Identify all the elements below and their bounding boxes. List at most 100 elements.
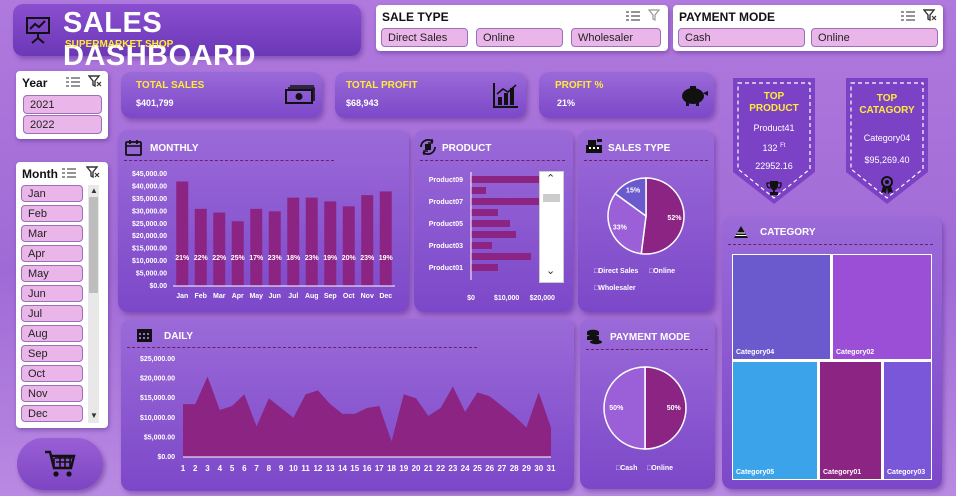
bar (471, 264, 498, 271)
category-card: CATEGORY Category04 Category02 Category0… (722, 217, 942, 489)
month-option[interactable]: Sep (21, 345, 83, 362)
product-scrollbar[interactable]: ⌃ ⌄ (539, 171, 564, 283)
bar (287, 197, 300, 286)
treemap: Category04 Category02 Category05 Categor… (732, 254, 932, 480)
sale-type-option-wholesaler[interactable]: Wholesaler (571, 28, 661, 47)
month-option[interactable]: Mar (21, 225, 83, 242)
data-label: 19% (323, 255, 338, 262)
pyramid-icon (734, 226, 748, 238)
bar (471, 176, 543, 183)
payment-mode-option-online[interactable]: Online (811, 28, 938, 47)
clear-filter-icon[interactable] (648, 9, 662, 21)
bar (324, 201, 337, 286)
treemap-label: Category01 (823, 469, 862, 476)
data-label: 23% (305, 255, 320, 262)
x-tick-label: May (249, 293, 263, 300)
month-option[interactable]: Feb (21, 205, 83, 222)
x-tick-label: Dec (379, 293, 392, 300)
multi-select-icon[interactable] (66, 77, 80, 87)
scroll-down-arrow[interactable]: ⌄ (546, 264, 555, 277)
x-tick-label: 31 (547, 464, 556, 473)
x-tick-label: 20 (412, 464, 421, 473)
bar (471, 220, 510, 227)
data-label: 21% (175, 255, 190, 262)
kpi-value: $68,943 (346, 98, 379, 108)
y-tick-label: $40,000.00 (132, 183, 167, 190)
payment-mode-option-cash[interactable]: Cash (678, 28, 805, 47)
month-option[interactable]: May (21, 265, 83, 282)
top-product-title-2: PRODUCT (749, 103, 799, 114)
data-label: 25% (231, 255, 246, 262)
header-banner: SALES DASHBOARD SUPERMARKET SHOP (13, 4, 361, 72)
year-option-2021[interactable]: 2021 (23, 95, 102, 114)
product-chart-card: PRODUCT Product09 Product07 Product05 Produ… (414, 130, 573, 312)
y-tick-label: Product05 (429, 221, 463, 228)
presentation-chart-icon (26, 17, 50, 44)
x-tick-label: 17 (375, 464, 384, 473)
bar (213, 212, 226, 286)
scroll-thumb[interactable] (543, 194, 560, 202)
month-option[interactable]: Dec (21, 405, 83, 422)
x-tick-label: 9 (279, 464, 284, 473)
y-tick-label: $30,000.00 (132, 208, 167, 215)
x-tick-label: 6 (242, 464, 247, 473)
clear-filter-icon[interactable] (88, 75, 102, 87)
bar (268, 211, 281, 286)
kpi-label: PROFIT % (555, 80, 604, 91)
y-tick-label: $45,000.00 (132, 171, 167, 178)
top-product-banner: TOP PRODUCT Product41 132 Ft 22952.16 (733, 76, 815, 206)
x-tick-label: 3 (205, 464, 210, 473)
sale-type-option-direct-sales[interactable]: Direct Sales (381, 28, 468, 47)
x-tick-label: 22 (436, 464, 445, 473)
x-tick-label: 2 (193, 464, 198, 473)
kpi-total-sales: TOTAL SALES $401,799 (121, 72, 322, 118)
month-scrollbar[interactable]: ▲ ▼ (88, 185, 99, 423)
cart-button[interactable] (17, 438, 103, 490)
multi-select-icon[interactable] (626, 11, 640, 21)
clear-filter-icon[interactable] (923, 9, 937, 21)
month-option[interactable]: Oct (21, 365, 83, 382)
y-tick-label: $5,000.00 (144, 434, 175, 441)
treemap-label: Category03 (887, 469, 926, 476)
y-tick-label: $0.00 (149, 283, 167, 290)
y-tick-label: $15,000.00 (132, 246, 167, 253)
daily-chart-card: DAILY $0.00 $5,000.00 $10,000.00 $15,000.00… (121, 319, 574, 491)
month-option[interactable]: Jan (21, 185, 83, 202)
clear-filter-icon[interactable] (86, 166, 100, 178)
bar (231, 221, 244, 286)
x-tick-label: 1 (181, 464, 186, 473)
month-option[interactable]: Jun (21, 285, 83, 302)
legend-online: □Online (649, 268, 676, 275)
x-tick-label: 28 (510, 464, 519, 473)
year-option-2022[interactable]: 2022 (23, 115, 102, 134)
x-tick-label: 29 (522, 464, 531, 473)
scroll-down-arrow[interactable]: ▼ (90, 411, 98, 420)
year-label: Year (22, 76, 48, 90)
scroll-thumb[interactable] (89, 197, 98, 293)
bar (471, 231, 516, 238)
scroll-up-arrow[interactable]: ⌃ (546, 172, 555, 185)
treemap-cell: Category02 (832, 254, 932, 360)
top-category-title-2: CATAGORY (859, 105, 915, 116)
treemap-label: Category02 (836, 349, 875, 356)
month-option[interactable]: Jul (21, 305, 83, 322)
month-option[interactable]: Aug (21, 325, 83, 342)
data-label: 19% (379, 255, 394, 262)
x-tick-label: Jan (176, 293, 188, 300)
y-tick-label: Product01 (429, 265, 463, 272)
x-tick-label: Apr (232, 293, 244, 300)
month-option[interactable]: Nov (21, 385, 83, 402)
multi-select-icon[interactable] (62, 168, 76, 178)
x-tick-label: 24 (461, 464, 470, 473)
x-tick-label: Sep (324, 293, 337, 300)
x-tick-label: 4 (218, 464, 223, 473)
scroll-up-arrow[interactable]: ▲ (90, 186, 98, 195)
y-tick-label: $25,000.00 (132, 221, 167, 228)
multi-select-icon[interactable] (901, 11, 915, 21)
x-tick-label: 5 (230, 464, 235, 473)
x-tick-label: 10 (289, 464, 298, 473)
award-ribbon-icon (881, 176, 893, 194)
month-option[interactable]: Apr (21, 245, 83, 262)
sale-type-option-online[interactable]: Online (476, 28, 563, 47)
sale-type-label: SALE TYPE (382, 10, 449, 24)
